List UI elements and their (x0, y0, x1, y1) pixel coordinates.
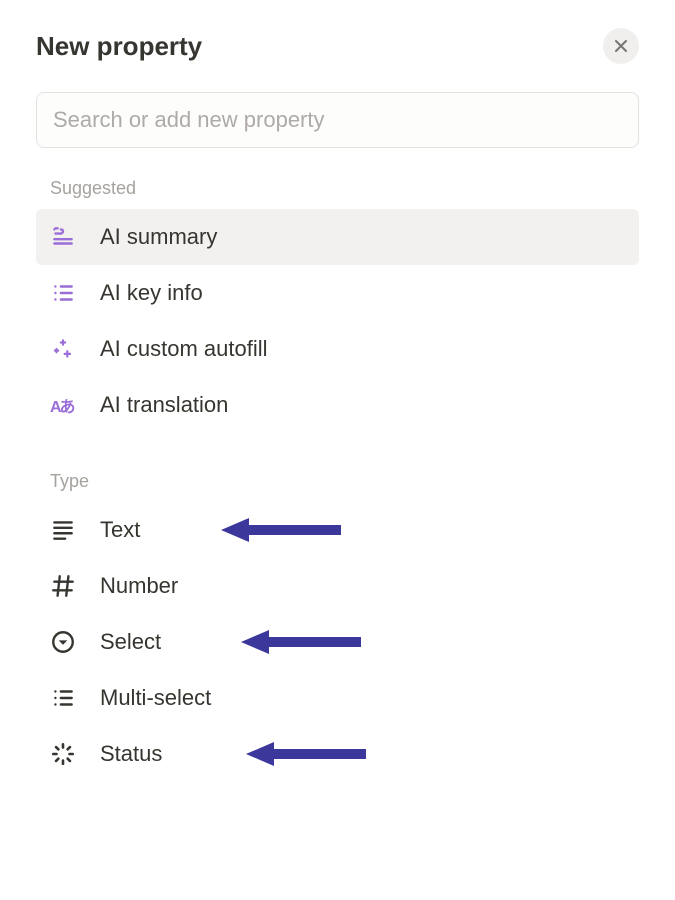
section-label-suggested: Suggested (36, 174, 639, 209)
ai-sparkle-icon (50, 336, 84, 362)
search-input[interactable] (36, 92, 639, 148)
row-select[interactable]: Select (36, 614, 639, 670)
row-label: Multi-select (100, 685, 211, 711)
row-ai-autofill[interactable]: AI custom autofill (36, 321, 639, 377)
annotation-arrow (246, 742, 366, 766)
dialog-title: New property (36, 31, 202, 62)
dialog-header: New property (36, 28, 639, 64)
close-button[interactable] (603, 28, 639, 64)
row-label: Number (100, 573, 178, 599)
row-label: AI key info (100, 280, 203, 306)
ai-keyinfo-icon (50, 280, 84, 306)
row-label: Select (100, 629, 161, 655)
row-label: Text (100, 517, 140, 543)
annotation-arrow (221, 518, 341, 542)
ai-translate-icon: Aあ (50, 393, 84, 417)
status-icon (50, 741, 84, 767)
row-number[interactable]: Number (36, 558, 639, 614)
row-ai-translation[interactable]: Aあ AI translation (36, 377, 639, 433)
close-icon (611, 36, 631, 56)
multiselect-icon (50, 685, 84, 711)
select-icon (50, 629, 84, 655)
row-multiselect[interactable]: Multi-select (36, 670, 639, 726)
row-label: AI translation (100, 392, 228, 418)
row-status[interactable]: Status (36, 726, 639, 782)
annotation-arrow (241, 630, 361, 654)
row-ai-keyinfo[interactable]: AI key info (36, 265, 639, 321)
row-text[interactable]: Text (36, 502, 639, 558)
section-label-type: Type (36, 467, 639, 502)
row-ai-summary[interactable]: AI summary (36, 209, 639, 265)
number-icon (50, 573, 84, 599)
row-label: Status (100, 741, 162, 767)
row-label: AI summary (100, 224, 217, 250)
text-icon (50, 517, 84, 543)
ai-summary-icon (50, 224, 84, 250)
row-label: AI custom autofill (100, 336, 268, 362)
